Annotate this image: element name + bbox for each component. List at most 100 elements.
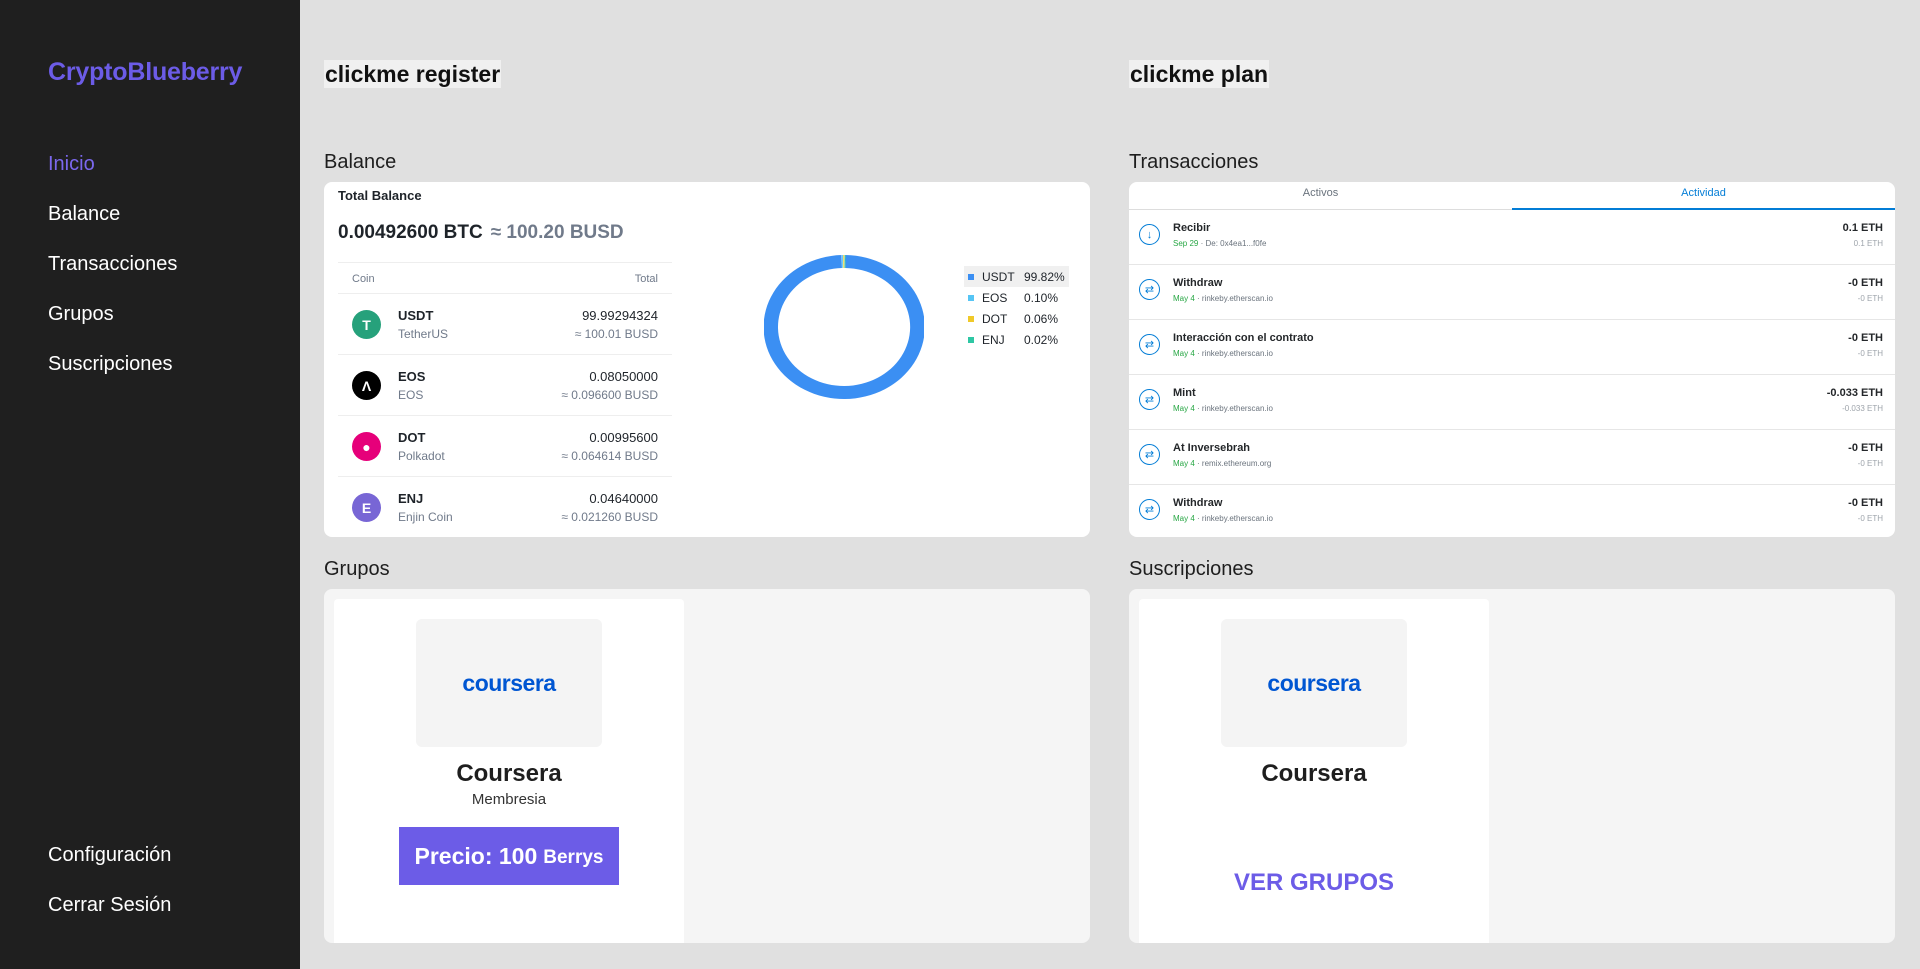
coin-row[interactable]: Λ EOS EOS 0.08050000 ≈ 0.096600 BUSD [338,355,672,416]
coin-symbol: ENJ [398,491,424,506]
legend-color-swatch [968,273,974,280]
swap-icon: ⇄ [1139,389,1160,410]
tether-icon: T [352,310,381,339]
suscripciones-card: coursera Coursera VER GRUPOS [1129,589,1895,943]
transaction-row[interactable]: ⇄ Withdraw May 4 · rinkeby.etherscan.io -0 … [1129,265,1895,320]
transaction-row[interactable]: ⇄ Mint May 4 · rinkeby.etherscan.io -0.033 … [1129,375,1895,430]
transaction-origin: rinkeby.etherscan.io [1201,404,1273,413]
legend-item[interactable]: ENJ 0.02% [964,329,1069,350]
group-item-card: coursera Coursera Membresia Precio: 100 B… [334,599,684,943]
brand-logo[interactable]: CryptoBlueberry [48,58,242,87]
coin-symbol: EOS [398,369,426,384]
coin-name: Enjin Coin [398,510,453,524]
legend-percent: 0.10% [1024,290,1059,305]
nav-item-inicio[interactable]: Inicio [48,153,95,176]
coin-symbol: USDT [398,308,434,323]
legend-percent: 0.06% [1024,311,1059,326]
coin-symbol: DOT [398,430,426,445]
balance-section-title: Balance [324,151,397,173]
nav-item-balance[interactable]: Balance [48,203,120,226]
total-column-header: Total [634,273,658,285]
tab-activos[interactable]: Activos [1129,182,1512,210]
coin-amount: 0.08050000 [589,369,658,384]
transaction-date: May 4 [1173,349,1195,358]
transaction-title: Withdraw [1173,497,1223,509]
legend-item[interactable]: EOS 0.10% [964,287,1069,308]
transaction-meta: May 4 · rinkeby.etherscan.io [1173,349,1273,358]
transaction-tabs: Activos Actividad [1129,182,1895,210]
transaction-origin: remix.ethereum.org [1201,459,1272,468]
transaction-amount: -0 ETH [1848,497,1883,509]
legend-label: DOT [982,311,1008,326]
coin-column-header: Coin [352,273,375,285]
transaction-amount-secondary: -0.033 ETH [1842,404,1883,413]
donut-slice-dot[interactable] [843,254,845,268]
transaction-separator: · [1194,514,1202,523]
eos-icon: Λ [352,371,381,400]
transaction-amount: 0.1 ETH [1842,222,1883,234]
legend-label: ENJ [982,332,1005,347]
price-button[interactable]: Precio: 100 Berrys [399,827,619,885]
balance-busd: ≈ 100.20 BUSD [490,222,624,243]
price-unit: Berrys [543,847,604,868]
transaction-amount: -0 ETH [1848,277,1883,289]
enjin-icon: E [352,493,381,522]
transaction-row[interactable]: ⇄ At Inversebrah May 4 · remix.ethereum.or… [1129,430,1895,485]
plan-link[interactable]: clickme plan [1129,60,1270,88]
transaction-meta: May 4 · rinkeby.etherscan.io [1173,514,1273,523]
transaction-row[interactable]: ⇄ Interacción con el contrato May 4 · rink… [1129,320,1895,375]
nav-item-configuracion[interactable]: Configuración [48,844,171,867]
coin-row[interactable]: E ENJ Enjin Coin 0.04640000 ≈ 0.021260 BUSD [338,477,672,537]
legend-item[interactable]: USDT 99.82% [964,266,1069,287]
transaction-separator: · [1194,459,1202,468]
suscripciones-section-title: Suscripciones [1129,558,1254,580]
transaction-date: Sep 29 [1173,239,1199,248]
transaction-meta: Sep 29 · De: 0x4ea1...f0fe [1173,239,1266,248]
transaction-amount-secondary: -0 ETH [1857,294,1883,303]
swap-icon: ⇄ [1139,279,1160,300]
legend-color-swatch [968,315,974,322]
nav-item-grupos[interactable]: Grupos [48,303,114,326]
coin-busd-value: ≈ 0.021260 BUSD [561,510,658,524]
transaction-amount-secondary: 0.1 ETH [1853,239,1883,248]
nav-item-transacciones[interactable]: Transacciones [48,253,177,276]
transaction-date: May 4 [1173,459,1195,468]
legend-color-swatch [968,294,974,301]
transaction-row[interactable]: ↓ Recibir Sep 29 · De: 0x4ea1...f0fe 0.1 ET… [1129,210,1895,265]
coin-row[interactable]: T USDT TetherUS 99.99294324 ≈ 100.01 BUSD [338,294,672,355]
tab-actividad[interactable]: Actividad [1512,182,1895,210]
swap-icon: ⇄ [1139,444,1160,465]
transaction-amount: -0 ETH [1848,442,1883,454]
ver-grupos-button[interactable]: VER GRUPOS [1139,869,1489,897]
transaction-title: Recibir [1173,222,1211,234]
transaction-amount-secondary: -0 ETH [1857,349,1883,358]
price-value: Precio: 100 [414,842,538,869]
transaction-meta: May 4 · remix.ethereum.org [1173,459,1271,468]
transaction-row[interactable]: ⇄ Withdraw May 4 · rinkeby.etherscan.io -0 … [1129,485,1895,537]
nav-item-suscripciones[interactable]: Suscripciones [48,353,173,376]
swap-icon: ⇄ [1139,334,1160,355]
donut-slice-eos[interactable] [841,255,844,269]
coin-busd-value: ≈ 0.096600 BUSD [561,388,658,402]
balance-legend: USDT 99.82% EOS 0.10% DOT 0.06% ENJ 0.02% [964,266,1069,350]
transaction-meta: May 4 · rinkeby.etherscan.io [1173,294,1273,303]
transaction-separator: · [1194,349,1202,358]
grupos-section-title: Grupos [324,558,390,580]
coursera-logo-text: coursera [462,669,556,696]
transaction-date: May 4 [1173,404,1195,413]
transaction-meta: May 4 · rinkeby.etherscan.io [1173,404,1273,413]
register-link[interactable]: clickme register [324,60,502,88]
transaction-origin: rinkeby.etherscan.io [1201,514,1273,523]
coin-busd-value: ≈ 0.064614 BUSD [561,449,658,463]
transaction-title: At Inversebrah [1173,442,1251,454]
nav-item-cerrar-sesion[interactable]: Cerrar Sesión [48,894,171,917]
coin-name: EOS [398,388,424,402]
coin-row[interactable]: ● DOT Polkadot 0.00995600 ≈ 0.064614 BUSD [338,416,672,477]
transaction-title: Withdraw [1173,277,1223,289]
legend-label: USDT [982,269,1015,284]
grupos-card: coursera Coursera Membresia Precio: 100 B… [324,589,1090,943]
donut-slice-usdt[interactable] [764,255,924,399]
transaction-separator: · [1194,404,1202,413]
balance-donut-chart [764,254,924,399]
legend-item[interactable]: DOT 0.06% [964,308,1069,329]
